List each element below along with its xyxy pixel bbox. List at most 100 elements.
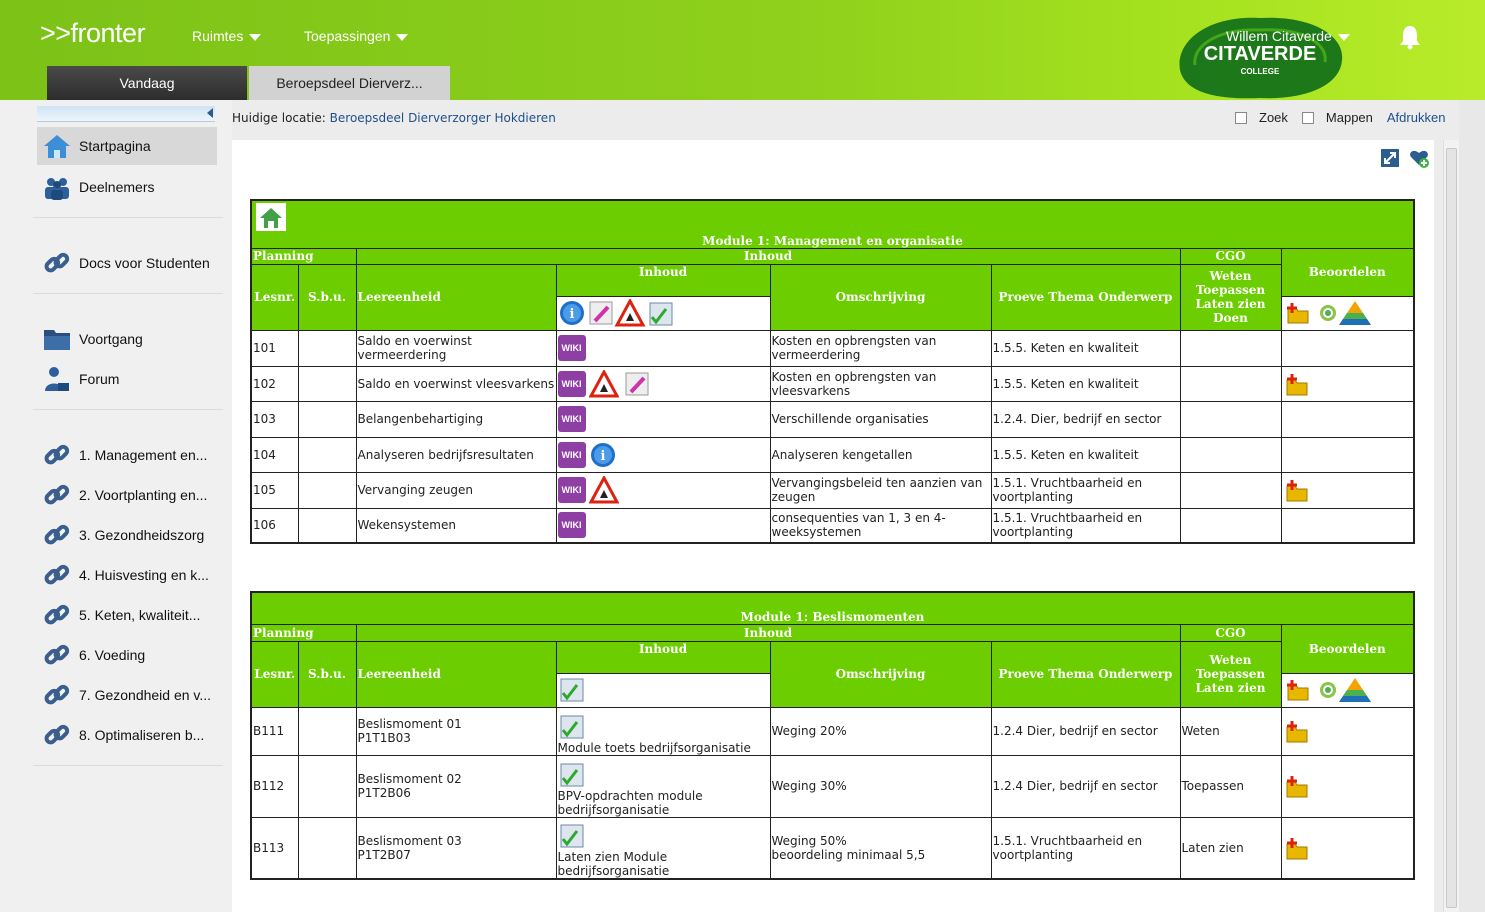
wiki-icon[interactable]: WIKI <box>557 370 586 397</box>
proeve-cell: 1.2.4. Dier, bedrijf en sector <box>990 400 1181 438</box>
folder-add-icon[interactable] <box>1283 717 1311 745</box>
sidebar-item-module-8[interactable]: 8. Optimaliseren b... <box>37 716 217 754</box>
breadcrumb: Huidige locatie: Beroepsdeel Dierverzorg… <box>232 111 556 125</box>
folder-icon <box>44 330 70 350</box>
bell-icon[interactable] <box>1398 24 1422 50</box>
leereenheid-cell: Saldo en voerwinst vermeerdering <box>355 329 557 367</box>
planning-header: Planning <box>250 623 357 642</box>
planning-header: Planning <box>250 247 357 265</box>
sidebar-item-deelnemers[interactable]: Deelnemers <box>37 168 217 206</box>
cgo-levels-header: Weten Toepassen Laten zien <box>1179 640 1282 708</box>
wiki-icon[interactable]: WIKI <box>557 512 586 539</box>
pyramid-icon <box>1338 678 1371 702</box>
inhoud-cell: Laten zien Module bedrijfsorganisatie <box>555 816 771 880</box>
inhoud-cell: WIKI <box>555 507 771 544</box>
lesnr-cell: 103 <box>250 400 299 438</box>
user-menu[interactable]: Willem Citaverde <box>1226 28 1350 44</box>
sidebar-collapse-bar[interactable] <box>37 106 215 122</box>
wiki-icon[interactable]: WIKI <box>557 335 586 361</box>
menu-toepassingen[interactable]: Toepassingen <box>304 28 409 44</box>
expand-icon[interactable] <box>1381 149 1399 167</box>
link-icon <box>44 604 70 625</box>
proeve-cell: 1.2.4 Dier, bedrijf en sector <box>990 706 1181 756</box>
leereenheid-cell: Analyseren bedrijfsresultaten <box>355 436 557 473</box>
chevron-down-icon <box>396 33 409 41</box>
sidebar-item-module-7[interactable]: 7. Gezondheid en v... <box>37 676 217 714</box>
checklist-icon[interactable] <box>558 761 586 789</box>
mappen-label: Mappen <box>1325 110 1373 125</box>
checklist-icon <box>649 302 672 326</box>
zoek-checkbox[interactable] <box>1235 111 1247 124</box>
leereenheid-cell: Beslismoment 01 P1T1B03 <box>355 706 557 756</box>
scrollbar-thumb[interactable] <box>1446 148 1457 908</box>
people-icon <box>45 178 69 200</box>
inhoud-cell: WIKI i <box>555 436 771 473</box>
sidebar-item-module-4[interactable]: 4. Huisvesting en k... <box>37 556 217 594</box>
folder-add-icon[interactable] <box>1283 370 1311 398</box>
sidebar-item-module-1[interactable]: 1. Management en... <box>37 436 217 474</box>
warning-icon[interactable] <box>589 476 620 504</box>
home-icon[interactable] <box>256 203 286 231</box>
beoordelen-cell <box>1280 706 1415 756</box>
cgo-cell: Toepassen <box>1179 754 1282 818</box>
sidebar-item-docs[interactable]: Docs voor Studenten <box>37 244 217 282</box>
info-icon: i <box>559 301 584 325</box>
warning-icon[interactable] <box>589 369 620 398</box>
breadcrumb-link[interactable]: Beroepsdeel Dierverzorger Hokdieren <box>330 111 556 125</box>
leereenheid-cell: Saldo en voerwinst vleesvarkens <box>355 365 557 402</box>
mappen-checkbox[interactable] <box>1301 111 1314 124</box>
link-icon <box>44 444 70 465</box>
sidebar-item-forum[interactable]: Forum <box>37 360 217 398</box>
menu-ruimtes[interactable]: Ruimtes <box>192 28 262 44</box>
checklist-icon[interactable] <box>558 822 586 850</box>
wiki-icon[interactable]: WIKI <box>557 477 586 503</box>
inhoud-header: Inhoud <box>355 247 1181 265</box>
content-scrollbar[interactable] <box>1443 140 1459 912</box>
leereenheid-code: P1T2B06 <box>357 786 411 800</box>
checklist-icon[interactable] <box>558 713 586 741</box>
sidebar-item-startpagina[interactable]: Startpagina <box>37 127 217 165</box>
cgo-cell <box>1179 507 1282 544</box>
leereenheid-code: P1T1B03 <box>357 731 411 745</box>
inhoud-link[interactable]: Module toets bedrijfsorganisatie <box>558 741 769 755</box>
cgo-cell <box>1179 471 1282 509</box>
favorite-add-icon[interactable] <box>1409 148 1429 168</box>
beoordelen-legend-icons <box>1280 672 1415 708</box>
sidebar-item-module-2[interactable]: 2. Voortplanting en... <box>37 476 217 514</box>
table-row: 101 Saldo en voerwinst vermeerdering WIK… <box>250 329 1415 367</box>
inhoud-link[interactable]: Laten zien Module bedrijfsorganisatie <box>558 850 769 878</box>
tab-vandaag[interactable]: Vandaag <box>47 66 247 100</box>
sidebar-item-label: Docs voor Studenten <box>79 255 210 271</box>
proeve-cell: 1.5.1. Vruchtbaarheid en voortplanting <box>990 471 1181 509</box>
folder-add-icon[interactable] <box>1283 476 1311 504</box>
omschrijving-cell: Weging 30% <box>769 754 992 818</box>
cgo-level: Weten <box>1209 653 1252 667</box>
inhoud-link[interactable]: BPV-opdrachten module bedrijfsorganisati… <box>558 789 769 817</box>
omschrijving-header: Omschrijving <box>769 640 992 708</box>
inhoud-cell: WIKI <box>555 400 771 438</box>
wiki-icon[interactable]: WIKI <box>557 441 586 468</box>
edit-icon[interactable] <box>623 370 651 398</box>
leereenheid-line: Beslismoment 02 <box>357 772 462 786</box>
sidebar-item-voortgang[interactable]: Voortgang <box>37 320 217 358</box>
fronter-logo[interactable]: >>fronter <box>40 18 146 49</box>
module-2-title-cell: Module 1: Beslismomenten <box>250 591 1415 625</box>
folder-add-icon <box>1286 303 1308 324</box>
beoordelen-cell <box>1280 507 1415 544</box>
omschrijving-cell: Verschillende organisaties <box>769 400 992 438</box>
folder-add-icon[interactable] <box>1283 772 1311 800</box>
cgo-level: Toepassen <box>1195 667 1266 681</box>
sbu-cell <box>297 816 357 880</box>
user-name: Willem Citaverde <box>1226 28 1332 44</box>
sidebar-item-module-6[interactable]: 6. Voeding <box>37 636 217 674</box>
folder-add-icon[interactable] <box>1283 834 1311 862</box>
print-link[interactable]: Afdrukken <box>1387 110 1446 125</box>
sidebar-item-module-5[interactable]: 5. Keten, kwaliteit... <box>37 596 217 634</box>
leereenheid-cell: Belangenbehartiging <box>355 400 557 438</box>
sbu-cell <box>297 706 357 756</box>
sidebar-item-module-3[interactable]: 3. Gezondheidszorg <box>37 516 217 554</box>
wiki-icon[interactable]: WIKI <box>557 406 586 432</box>
collapse-arrow-icon[interactable] <box>207 108 213 118</box>
tab-beroepsdeel[interactable]: Beroepsdeel Dierverz... <box>249 66 450 100</box>
info-icon[interactable]: i <box>589 441 617 469</box>
